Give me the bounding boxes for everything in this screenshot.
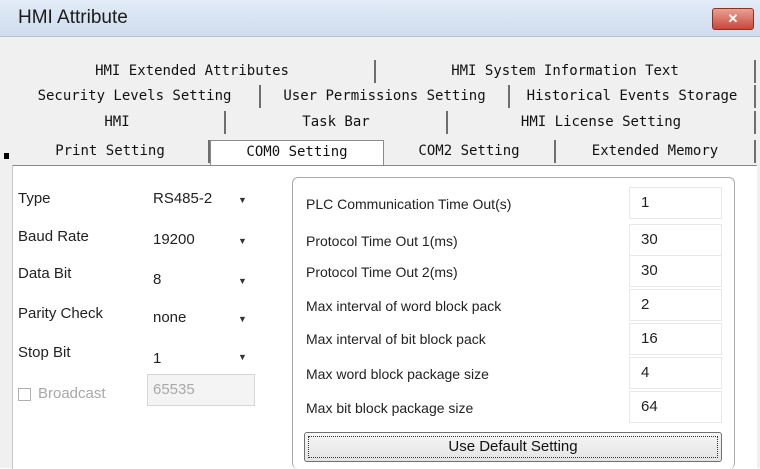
- plc-timeout-value: 1: [641, 194, 650, 211]
- word-block-interval-label: Max interval of word block pack: [306, 298, 502, 314]
- tab-scroll-marker: [4, 153, 9, 159]
- protocol-timeout-1-label: Protocol Time Out 1(ms): [306, 233, 458, 249]
- tab-com2-setting[interactable]: COM2 Setting: [384, 140, 556, 163]
- stop-bit-select[interactable]: 1: [153, 350, 161, 367]
- baud-rate-select[interactable]: 19200: [153, 231, 195, 248]
- protocol-timeout-2-label: Protocol Time Out 2(ms): [306, 264, 458, 280]
- data-bit-select[interactable]: 8: [153, 271, 161, 288]
- broadcast-value: 65535: [153, 381, 195, 398]
- tab-print-setting[interactable]: Print Setting: [12, 140, 210, 163]
- close-button[interactable]: ✕: [712, 8, 754, 30]
- bit-package-size-value: 64: [641, 398, 658, 415]
- protocol-timeout-1-value: 30: [641, 231, 658, 248]
- window-title: HMI Attribute: [18, 7, 128, 28]
- broadcast-label: Broadcast: [38, 385, 106, 402]
- plc-timeout-label: PLC Communication Time Out(s): [306, 196, 512, 212]
- tab-hmi-system-information-text[interactable]: HMI System Information Text: [376, 60, 756, 83]
- parity-check-label: Parity Check: [18, 305, 104, 322]
- tab-row-2: Security Levels Setting User Permissions…: [10, 85, 756, 108]
- tab-row-1: HMI Extended Attributes HMI System Infor…: [10, 60, 756, 83]
- tab-security-levels-setting[interactable]: Security Levels Setting: [10, 85, 261, 108]
- type-label: Type: [18, 190, 51, 207]
- bit-block-interval-input[interactable]: 16: [629, 323, 722, 355]
- tab-user-permissions-setting[interactable]: User Permissions Setting: [261, 85, 510, 108]
- tab-hmi-license-setting[interactable]: HMI License Setting: [448, 111, 756, 134]
- chevron-down-icon[interactable]: ▼: [238, 352, 247, 362]
- plc-timeout-input[interactable]: 1: [629, 187, 722, 219]
- parity-check-select[interactable]: none: [153, 309, 186, 326]
- word-package-size-label: Max word block package size: [306, 366, 489, 382]
- use-default-setting-button[interactable]: Use Default Setting: [304, 432, 722, 462]
- type-select[interactable]: RS485-2: [153, 190, 212, 207]
- tab-hmi[interactable]: HMI: [10, 111, 226, 134]
- bit-block-interval-label: Max interval of bit block pack: [306, 331, 486, 347]
- tab-task-bar[interactable]: Task Bar: [226, 111, 448, 134]
- stop-bit-label: Stop Bit: [18, 344, 71, 361]
- word-package-size-input[interactable]: 4: [629, 357, 722, 389]
- hmi-attribute-window: HMI Attribute ✕ HMI Extended Attributes …: [0, 0, 760, 469]
- protocol-timeout-2-value: 30: [641, 262, 658, 279]
- tab-row-4: Print Setting COM0 Setting COM2 Setting …: [12, 140, 756, 165]
- tab-historical-events-storage[interactable]: Historical Events Storage: [510, 85, 756, 108]
- close-icon: ✕: [727, 11, 739, 26]
- data-bit-label: Data Bit: [18, 265, 72, 282]
- use-default-setting-label: Use Default Setting: [448, 438, 578, 455]
- chevron-down-icon[interactable]: ▼: [238, 314, 247, 324]
- broadcast-checkbox[interactable]: [18, 388, 31, 401]
- chevron-down-icon[interactable]: ▼: [238, 236, 247, 246]
- baud-rate-label: Baud Rate: [18, 228, 89, 245]
- protocol-timeout-1-input[interactable]: 30: [629, 224, 722, 256]
- bit-block-interval-value: 16: [641, 330, 658, 347]
- tab-row-3: HMI Task Bar HMI License Setting: [10, 111, 756, 134]
- word-block-interval-value: 2: [641, 296, 650, 313]
- tab-extended-memory[interactable]: Extended Memory: [556, 140, 756, 163]
- chevron-down-icon[interactable]: ▼: [238, 276, 247, 286]
- protocol-timeout-2-input[interactable]: 30: [629, 255, 722, 287]
- title-bar: HMI Attribute ✕: [0, 0, 760, 37]
- tab-com0-setting[interactable]: COM0 Setting: [210, 140, 384, 165]
- bit-package-size-label: Max bit block package size: [306, 400, 474, 416]
- word-package-size-value: 4: [641, 364, 650, 381]
- tab-hmi-extended-attributes[interactable]: HMI Extended Attributes: [10, 60, 376, 83]
- bit-package-size-input[interactable]: 64: [629, 391, 722, 423]
- chevron-down-icon[interactable]: ▼: [238, 195, 247, 205]
- word-block-interval-input[interactable]: 2: [629, 289, 722, 321]
